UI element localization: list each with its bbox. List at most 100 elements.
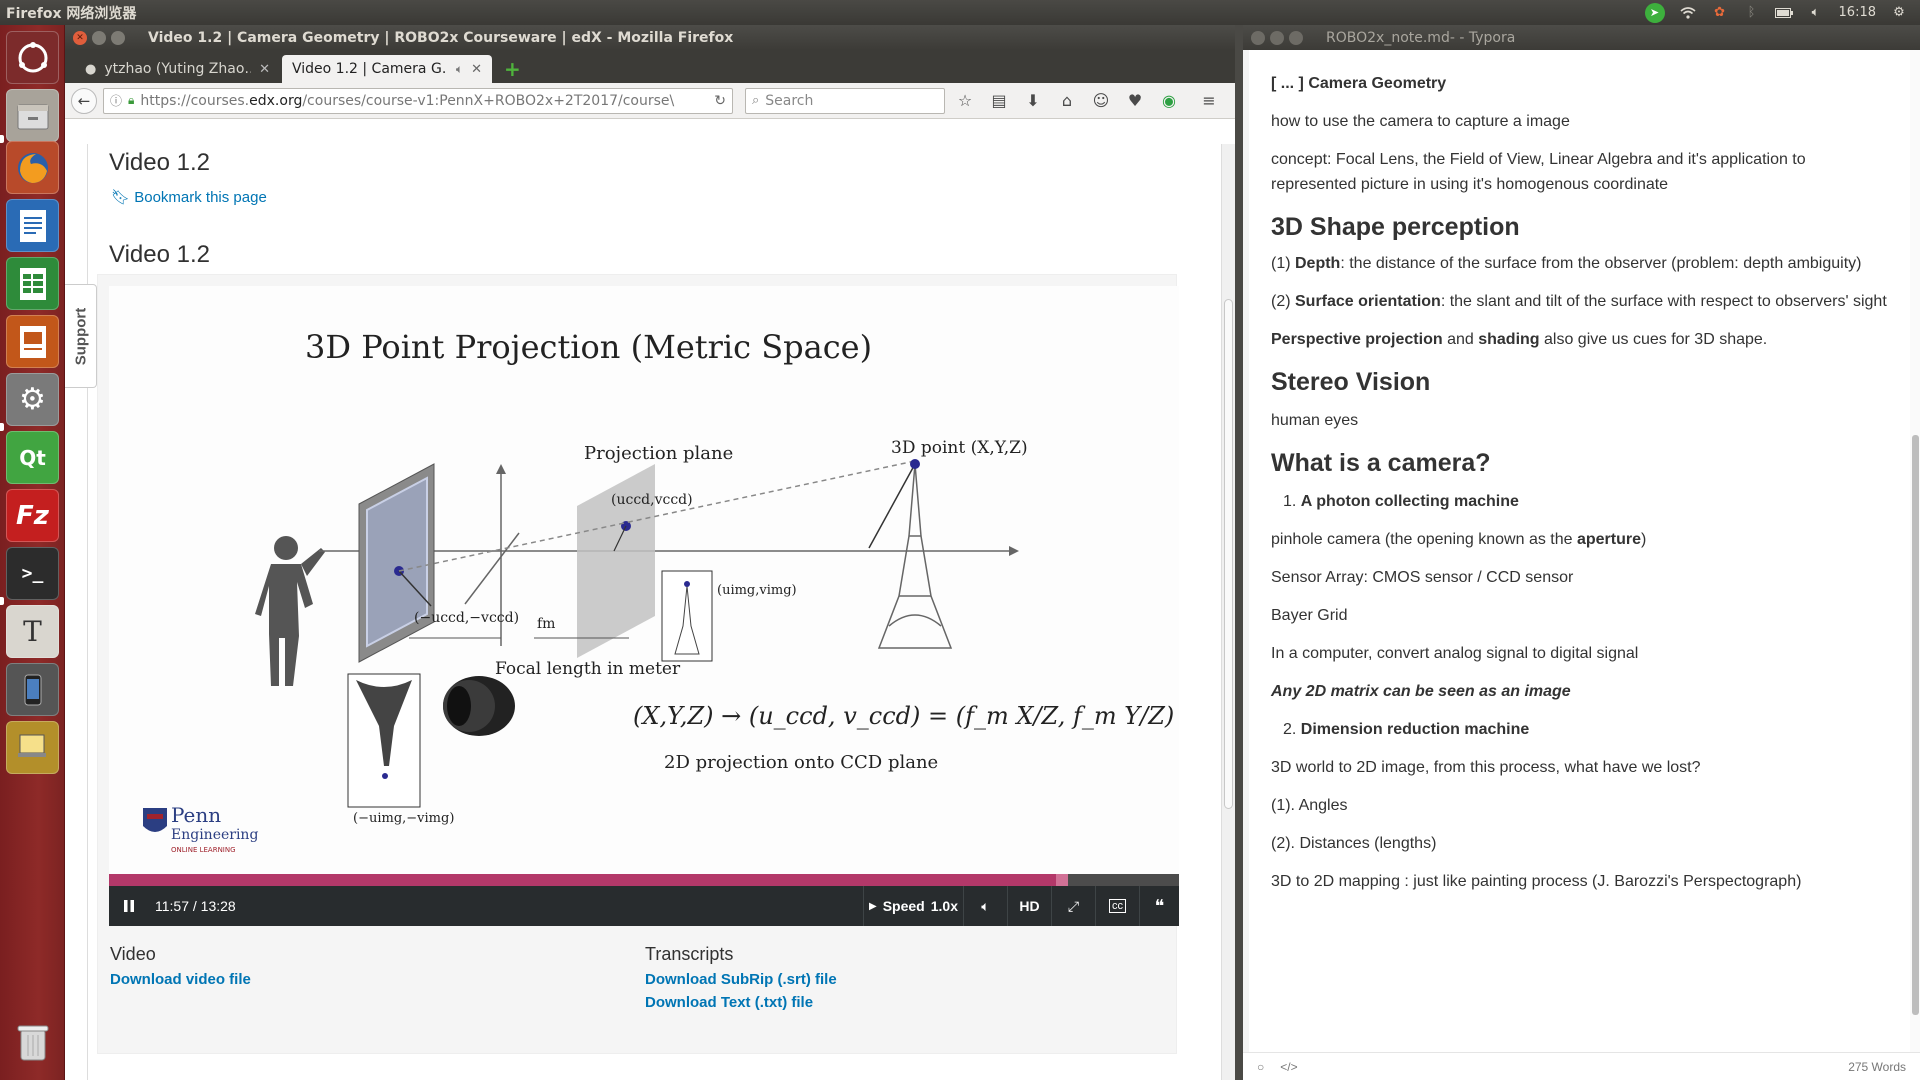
filezilla-icon[interactable]: Fz bbox=[6, 489, 59, 542]
paragraph: (2). Distances (lengths) bbox=[1271, 835, 1437, 852]
battery-icon[interactable] bbox=[1774, 5, 1793, 21]
window-minimize-button[interactable] bbox=[92, 30, 106, 45]
tab-close-icon[interactable]: ✕ bbox=[259, 62, 270, 77]
page-scrollbar-thumb[interactable] bbox=[1224, 299, 1233, 809]
progress-scrubber[interactable] bbox=[1056, 874, 1069, 886]
heading-what-is-camera: What is a camera? bbox=[1271, 449, 1491, 477]
lock-icon[interactable]: 🔒︎ bbox=[128, 93, 134, 108]
window-close-button[interactable]: ✕ bbox=[73, 30, 87, 45]
extension-icon[interactable]: ◉ bbox=[1155, 91, 1183, 110]
closed-captions-button[interactable]: cc bbox=[1095, 886, 1139, 926]
typora-scrollbar[interactable] bbox=[1910, 50, 1920, 1055]
bookmark-star-icon[interactable]: ☆ bbox=[951, 91, 979, 110]
telegram-tray-icon[interactable]: ➤ bbox=[1644, 2, 1665, 23]
typora-icon[interactable]: T bbox=[6, 605, 59, 658]
window-maximize-button[interactable] bbox=[111, 30, 125, 45]
reading-list-icon[interactable]: ▤ bbox=[985, 91, 1013, 110]
svg-text:Engineering: Engineering bbox=[171, 827, 258, 843]
page-scrollbar[interactable] bbox=[1221, 144, 1235, 1080]
qt-creator-icon[interactable]: Qt bbox=[6, 431, 59, 484]
remote-desktop-icon[interactable] bbox=[6, 721, 59, 774]
github-icon: ● bbox=[85, 61, 97, 77]
menu-icon[interactable]: ≡ bbox=[1195, 91, 1223, 110]
tab-label: Video 1.2 | Camera G… bbox=[292, 61, 448, 77]
speed-value: 1.0x bbox=[930, 898, 958, 914]
audio-playing-icon[interactable]: 🔈︎ bbox=[456, 62, 463, 77]
tab-github-profile[interactable]: ● ytzhao (Yuting Zhao… ✕ bbox=[75, 55, 280, 83]
libreoffice-writer-icon[interactable] bbox=[6, 199, 59, 252]
support-label: Support bbox=[72, 307, 89, 365]
typora-sidebar-edge bbox=[1243, 50, 1249, 1080]
video-progress-bar[interactable] bbox=[109, 874, 1179, 886]
person-silhouette bbox=[255, 536, 325, 686]
paragraph: In a computer, convert analog signal to … bbox=[1271, 645, 1639, 662]
dash-home-icon[interactable] bbox=[6, 31, 59, 84]
clock[interactable]: 16:18 bbox=[1839, 5, 1876, 20]
window-close-button[interactable] bbox=[1251, 30, 1265, 45]
bluetooth-icon[interactable]: ᛒ bbox=[1743, 5, 1761, 21]
window-maximize-button[interactable] bbox=[1289, 30, 1303, 45]
word-count[interactable]: 275 Words bbox=[1848, 1060, 1906, 1074]
video-controls: 11:57 / 13:28 ▶ Speed 1.0x 🔈︎ HD ⤢ cc ❝ bbox=[109, 886, 1179, 926]
transcript-toggle-button[interactable]: ❝ bbox=[1139, 886, 1179, 926]
trash-icon[interactable] bbox=[6, 1015, 59, 1068]
tab-close-icon[interactable]: ✕ bbox=[471, 62, 482, 77]
new-tab-button[interactable]: + bbox=[494, 55, 531, 83]
download-txt-link[interactable]: Download Text (.txt) file bbox=[645, 994, 837, 1011]
firefox-titlebar: ✕ Video 1.2 | Camera Geometry | ROBO2x C… bbox=[65, 25, 1235, 50]
libreoffice-impress-icon[interactable] bbox=[6, 315, 59, 368]
libreoffice-calc-icon[interactable] bbox=[6, 257, 59, 310]
search-bar[interactable]: ⌕ Search bbox=[745, 87, 945, 114]
pause-button[interactable] bbox=[109, 886, 149, 926]
wifi-icon[interactable] bbox=[1679, 5, 1697, 21]
input-method-icon[interactable]: ✿ bbox=[1711, 5, 1729, 21]
heading-stereo: Stereo Vision bbox=[1271, 368, 1431, 396]
support-tab[interactable]: Support bbox=[65, 284, 97, 388]
outline-toggle-icon[interactable]: ○ bbox=[1257, 1060, 1264, 1074]
bookmark-link[interactable]: 🔖︎ Bookmark this page bbox=[111, 188, 267, 206]
typora-scrollbar-thumb[interactable] bbox=[1912, 435, 1919, 1015]
unity-launcher: ⚙ Qt Fz >_ T bbox=[0, 25, 65, 1080]
fm-label: fm bbox=[537, 616, 555, 632]
list-item: 2. Dimension reduction machine bbox=[1283, 721, 1530, 738]
window-title: Video 1.2 | Camera Geometry | ROBO2x Cou… bbox=[148, 29, 734, 46]
terminal-icon[interactable]: >_ bbox=[6, 547, 59, 600]
fullscreen-button[interactable]: ⤢ bbox=[1051, 886, 1095, 926]
paragraph: concept: Focal Lens, the Field of View, … bbox=[1271, 151, 1806, 193]
video-frame[interactable]: 3D Point Projection (Metric Space) Proje… bbox=[109, 286, 1179, 874]
paragraph-depth: (1) Depth: the distance of the surface f… bbox=[1271, 255, 1862, 272]
list-item: 1. A photon collecting machine bbox=[1283, 493, 1519, 510]
svg-text:ONLINE LEARNING: ONLINE LEARNING bbox=[171, 846, 236, 854]
firefox-icon[interactable] bbox=[6, 141, 59, 194]
power-gear-icon[interactable]: ⚙ bbox=[1890, 5, 1908, 21]
system-settings-icon[interactable]: ⚙ bbox=[6, 373, 59, 426]
search-icon: ⌕ bbox=[752, 93, 760, 108]
window-gap bbox=[1235, 25, 1243, 1080]
pocket-icon[interactable]: ♥ bbox=[1121, 91, 1149, 110]
files-icon[interactable] bbox=[6, 89, 59, 142]
plus-icon: + bbox=[504, 57, 521, 81]
tab-video-camera-geometry[interactable]: Video 1.2 | Camera G… 🔈︎ ✕ bbox=[282, 55, 492, 83]
source-code-toggle-icon[interactable]: </> bbox=[1280, 1060, 1297, 1074]
info-icon[interactable]: ⓘ bbox=[110, 92, 122, 109]
reload-icon[interactable]: ↻ bbox=[714, 93, 732, 109]
window-minimize-button[interactable] bbox=[1270, 30, 1284, 45]
home-icon[interactable]: ⌂ bbox=[1053, 91, 1081, 110]
download-srt-link[interactable]: Download SubRip (.srt) file bbox=[645, 971, 837, 988]
pause-icon bbox=[124, 900, 134, 912]
downloads-icon[interactable]: ⬇ bbox=[1019, 91, 1047, 110]
speed-button[interactable]: ▶ Speed 1.0x bbox=[863, 886, 963, 926]
volume-button[interactable]: 🔈︎ bbox=[963, 886, 1007, 926]
uv-img-label: (uimg,vimg) bbox=[717, 583, 797, 598]
markdown-document[interactable]: [ ... ] Camera Geometry how to use the c… bbox=[1271, 50, 1891, 894]
download-video-link[interactable]: Download video file bbox=[110, 971, 251, 988]
volume-icon[interactable]: 🔈︎ bbox=[1807, 5, 1825, 21]
phone-device-icon[interactable] bbox=[6, 663, 59, 716]
chat-icon[interactable]: ☺ bbox=[1087, 91, 1115, 110]
url-bar[interactable]: ⓘ 🔒︎ https://courses.edx.org/courses/cou… bbox=[103, 87, 733, 114]
transcript-downloads: Transcripts Download SubRip (.srt) file … bbox=[645, 944, 837, 1017]
eiffel-tower bbox=[868, 463, 953, 649]
hd-button[interactable]: HD bbox=[1007, 886, 1051, 926]
back-button[interactable]: ← bbox=[71, 87, 97, 114]
penn-engineering-logo: Penn Engineering ONLINE LEARNING bbox=[143, 803, 258, 854]
